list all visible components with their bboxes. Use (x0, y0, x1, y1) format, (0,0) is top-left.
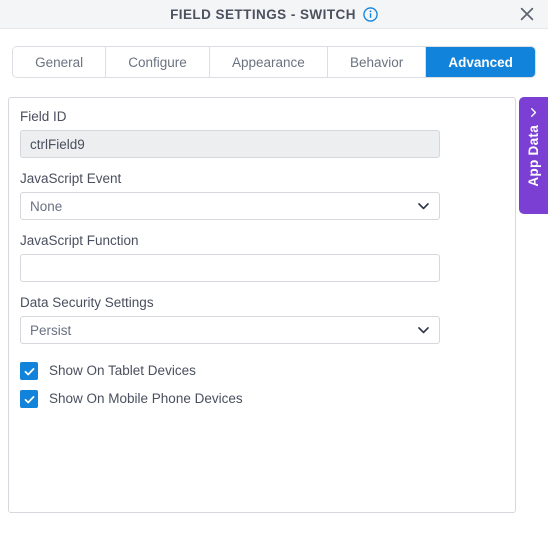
javascript-function-input[interactable] (20, 254, 440, 282)
tab-advanced[interactable]: Advanced (426, 47, 535, 77)
javascript-event-label: JavaScript Event (20, 171, 122, 186)
show-on-mobile-phone-devices-label: Show On Mobile Phone Devices (49, 391, 243, 406)
tab-appearance[interactable]: Appearance (209, 47, 328, 77)
device-visibility-options: Show On Tablet Devices Show On Mobile Ph… (20, 362, 504, 408)
info-circle-icon[interactable] (363, 6, 378, 22)
app-data-panel-toggle[interactable]: App Data (519, 97, 548, 214)
app-data-label: App Data (526, 125, 541, 187)
data-security-settings-select-wrap: Persist (20, 316, 440, 344)
show-on-tablet-devices-row[interactable]: Show On Tablet Devices (20, 362, 504, 380)
tab-general[interactable]: General (13, 47, 107, 77)
checkbox-checked-icon[interactable] (20, 390, 38, 408)
dialog-titlebar: FIELD SETTINGS - SWITCH (0, 0, 548, 29)
field-id-label: Field ID (20, 109, 67, 124)
javascript-function-label: JavaScript Function (20, 233, 139, 248)
close-icon[interactable] (517, 4, 537, 24)
data-security-settings-label: Data Security Settings (20, 295, 154, 310)
tab-configure[interactable]: Configure (106, 47, 210, 77)
javascript-event-select-wrap: None (20, 192, 440, 220)
chevron-left-icon (527, 106, 540, 119)
tab-bar: General Configure Appearance Behavior Ad… (12, 46, 536, 78)
tab-bar-container: General Configure Appearance Behavior Ad… (0, 29, 548, 78)
page-title: FIELD SETTINGS - SWITCH (170, 6, 356, 22)
data-security-settings-select[interactable]: Persist (20, 316, 440, 344)
javascript-event-select[interactable]: None (20, 192, 440, 220)
field-id-input[interactable] (20, 130, 440, 158)
checkbox-checked-icon[interactable] (20, 362, 38, 380)
tab-behavior[interactable]: Behavior (327, 47, 427, 77)
show-on-tablet-devices-label: Show On Tablet Devices (49, 363, 196, 378)
settings-panel: Field ID JavaScript Event None JavaScrip… (8, 97, 516, 513)
show-on-mobile-phone-devices-row[interactable]: Show On Mobile Phone Devices (20, 390, 504, 408)
